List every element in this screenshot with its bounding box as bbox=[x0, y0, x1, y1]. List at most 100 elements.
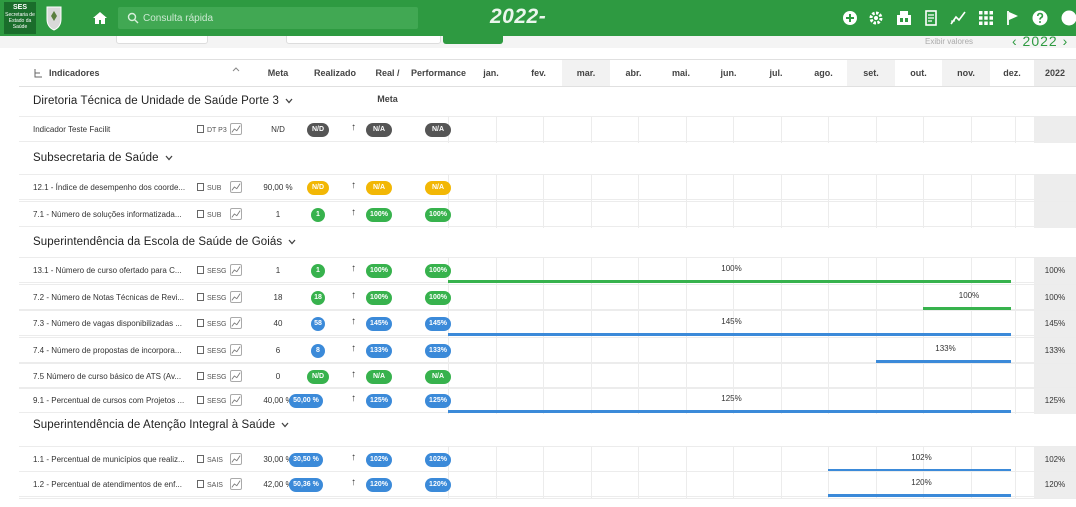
month-separator bbox=[876, 175, 877, 201]
unit-tag[interactable]: SUB bbox=[197, 210, 221, 219]
indicator-name[interactable]: 7.3 - Número de vagas disponibilizadas .… bbox=[33, 311, 182, 337]
filter-select[interactable] bbox=[286, 36, 441, 44]
month-separator bbox=[496, 285, 497, 311]
real-meta-badge: 102% bbox=[366, 453, 392, 467]
indicator-name[interactable]: Indicador Teste Facilit bbox=[33, 117, 110, 143]
add-icon[interactable] bbox=[841, 9, 859, 27]
unit-tag[interactable]: SESG bbox=[197, 319, 226, 328]
month-separator bbox=[591, 472, 592, 498]
table-row[interactable]: 12.1 - Índice de desempenho dos coorde..… bbox=[19, 174, 1076, 201]
document-icon bbox=[197, 293, 204, 301]
unit-tag[interactable]: SESG bbox=[197, 372, 226, 381]
ses-logo[interactable]: SES Secretaria de Estado da Saúde bbox=[4, 2, 36, 34]
dashboard-icon[interactable] bbox=[895, 9, 913, 27]
chart-line-icon[interactable] bbox=[949, 9, 967, 27]
unit-tag[interactable]: SAIS bbox=[197, 480, 223, 489]
performance-badge: 100% bbox=[425, 208, 451, 222]
home-icon[interactable] bbox=[91, 9, 109, 27]
unit-tag[interactable]: DT P3 bbox=[197, 125, 227, 134]
month-separator bbox=[923, 202, 924, 228]
group-header[interactable]: Diretoria Técnica de Unidade de Saúde Po… bbox=[33, 95, 293, 107]
trend-up-icon: ↑ bbox=[351, 369, 356, 380]
indicator-name[interactable]: 1.2 - Percentual de atendimentos de enf.… bbox=[33, 472, 182, 498]
table-row[interactable]: 7.1 - Número de soluções informatizada..… bbox=[19, 201, 1076, 228]
performance-badge: 133% bbox=[425, 344, 451, 358]
group-title: Subsecretaria de Saúde bbox=[33, 152, 159, 164]
chart-icon[interactable] bbox=[230, 264, 242, 276]
month-separator bbox=[591, 285, 592, 311]
unit-tag[interactable]: SESG bbox=[197, 396, 226, 405]
table-row[interactable]: 7.4 - Número de propostas de incorpora..… bbox=[19, 337, 1076, 364]
indicator-name[interactable]: 9.1 - Percentual de cursos com Projetos … bbox=[33, 388, 184, 414]
year-total-value: 120% bbox=[1034, 472, 1076, 498]
realizado-badge: 1 bbox=[311, 208, 325, 222]
chart-icon[interactable] bbox=[230, 394, 242, 406]
group-header[interactable]: Superintendência da Escola de Saúde de G… bbox=[33, 236, 296, 248]
search-input[interactable] bbox=[143, 9, 413, 27]
indicator-name[interactable]: 1.1 - Percentual de municípios que reali… bbox=[33, 447, 185, 473]
year-title[interactable]: 2022- bbox=[490, 5, 546, 29]
apps-grid-icon[interactable] bbox=[977, 9, 995, 27]
document-icon bbox=[197, 346, 204, 354]
indicator-name[interactable]: 7.1 - Número de soluções informatizada..… bbox=[33, 202, 182, 228]
real-meta-badge: 133% bbox=[366, 344, 392, 358]
chart-icon[interactable] bbox=[230, 208, 242, 220]
table-row[interactable]: 9.1 - Percentual de cursos com Projetos … bbox=[19, 387, 1076, 414]
chart-icon[interactable] bbox=[230, 370, 242, 382]
chart-icon[interactable] bbox=[230, 453, 242, 465]
chart-icon[interactable] bbox=[230, 344, 242, 356]
year-navigator[interactable]: ‹ 2022 › bbox=[1012, 36, 1068, 48]
chart-icon[interactable] bbox=[230, 317, 242, 329]
sort-icon[interactable] bbox=[232, 67, 240, 77]
table-row[interactable]: Indicador Teste Facilit DT P3 N/D N/D ↑ N/A N/… bbox=[19, 116, 1076, 143]
month-separator bbox=[591, 175, 592, 201]
quick-search[interactable] bbox=[118, 7, 418, 29]
column-header-realizado[interactable]: Realizado bbox=[305, 60, 365, 86]
table-row[interactable]: 7.2 - Número de Notas Técnicas de Revi..… bbox=[19, 284, 1076, 311]
tree-toggle-icon[interactable] bbox=[33, 68, 43, 78]
table-row[interactable]: 7.5 Número de curso básico de ATS (Av...… bbox=[19, 363, 1076, 390]
table-row[interactable]: 1.2 - Percentual de atendimentos de enf.… bbox=[19, 471, 1076, 498]
chart-icon[interactable] bbox=[230, 291, 242, 303]
user-avatar-icon[interactable] bbox=[1060, 9, 1076, 27]
table-row[interactable]: 7.3 - Número de vagas disponibilizadas .… bbox=[19, 310, 1076, 337]
unit-tag[interactable]: SUB bbox=[197, 183, 221, 192]
column-header-meta[interactable]: Meta bbox=[251, 60, 305, 86]
indicator-name[interactable]: 7.4 - Número de propostas de incorpora..… bbox=[33, 338, 182, 364]
gear-icon[interactable] bbox=[867, 9, 885, 27]
indicator-name[interactable]: 7.2 - Número de Notas Técnicas de Revi..… bbox=[33, 285, 184, 311]
month-separator bbox=[733, 472, 734, 498]
filter-input[interactable] bbox=[116, 36, 208, 44]
real-meta-badge: N/A bbox=[366, 370, 392, 384]
unit-code: SESG bbox=[207, 348, 227, 355]
trend-up-icon: ↑ bbox=[351, 343, 356, 354]
help-icon[interactable] bbox=[1031, 9, 1049, 27]
flag-icon[interactable] bbox=[1004, 9, 1022, 27]
group-header[interactable]: Superintendência de Atenção Integral à S… bbox=[33, 419, 289, 431]
column-header-indicadores[interactable]: Indicadores bbox=[49, 60, 100, 86]
indicator-name[interactable]: 13.1 - Número de curso ofertado para C..… bbox=[33, 258, 182, 284]
unit-tag[interactable]: SESG bbox=[197, 293, 226, 302]
filter-button[interactable] bbox=[443, 36, 503, 44]
chart-icon[interactable] bbox=[230, 478, 242, 490]
state-crest-icon bbox=[46, 6, 62, 31]
chart-icon[interactable] bbox=[230, 181, 242, 193]
column-header-performance[interactable]: Performance bbox=[410, 60, 467, 86]
unit-tag[interactable]: SESG bbox=[197, 346, 226, 355]
group-header[interactable]: Subsecretaria de Saúde bbox=[33, 152, 173, 164]
month-separator bbox=[543, 285, 544, 311]
unit-tag[interactable]: SESG bbox=[197, 266, 226, 275]
indicator-name[interactable]: 12.1 - Índice de desempenho dos coorde..… bbox=[33, 175, 185, 201]
column-header-ago: ago. bbox=[814, 68, 833, 78]
unit-tag[interactable]: SAIS bbox=[197, 455, 223, 464]
document-icon[interactable] bbox=[922, 9, 940, 27]
table-row[interactable]: 13.1 - Número de curso ofertado para C..… bbox=[19, 257, 1076, 284]
column-header-real-meta[interactable]: Real / Meta bbox=[365, 60, 410, 104]
real-meta-badge: N/A bbox=[366, 181, 392, 195]
trend-up-icon: ↑ bbox=[351, 452, 356, 463]
month-separator bbox=[1015, 338, 1016, 364]
search-icon bbox=[127, 12, 139, 24]
chart-icon[interactable] bbox=[230, 123, 242, 135]
chevron-down-icon bbox=[285, 98, 293, 104]
table-row[interactable]: 1.1 - Percentual de municípios que reali… bbox=[19, 446, 1076, 473]
